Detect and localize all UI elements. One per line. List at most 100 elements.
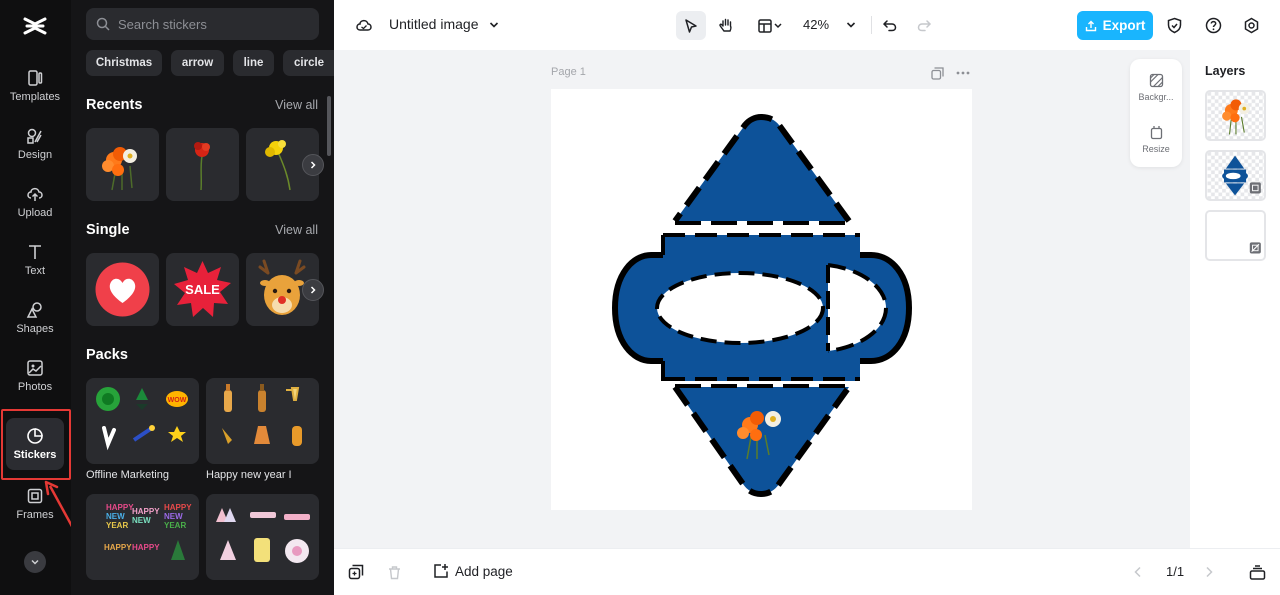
resize-icon <box>1150 126 1162 140</box>
recents-view-all-link[interactable]: View all <box>275 98 318 112</box>
delete-page-button[interactable] <box>385 563 403 581</box>
svg-text:HAPPY: HAPPY <box>164 503 192 512</box>
layer-background[interactable] <box>1205 210 1266 261</box>
svg-text:HAPPY: HAPPY <box>132 507 160 516</box>
recents-title: Recents <box>86 97 143 113</box>
sticker-sale-badge[interactable]: SALE <box>166 253 239 326</box>
capcut-logo-icon[interactable] <box>21 12 49 40</box>
duplicate-page-icon[interactable] <box>929 65 945 81</box>
rail-item-design[interactable]: Design <box>6 118 64 170</box>
layers-panel: Layers <box>1190 50 1280 548</box>
document-title[interactable]: Untitled image <box>389 16 479 32</box>
add-page-icon <box>434 564 448 578</box>
settings-button[interactable] <box>1241 15 1261 35</box>
pack-offline-marketing[interactable]: WOW <box>86 378 199 464</box>
duplicate-page-button[interactable] <box>347 563 365 581</box>
stickers-panel: Search stickers Christmas arrow line cir… <box>71 0 334 595</box>
chevron-right-icon <box>310 286 316 294</box>
background-tool-button[interactable]: Backgr... <box>1130 73 1182 102</box>
text-icon <box>29 245 41 259</box>
pack-party[interactable] <box>206 494 319 580</box>
svg-text:HAPPY: HAPPY <box>104 543 132 552</box>
page-manager-button[interactable] <box>1247 563 1267 581</box>
resize-tool-button[interactable]: Resize <box>1130 125 1182 154</box>
shield-button[interactable] <box>1164 15 1184 35</box>
canvas-stage: Page 1 Backgr... Resize <box>334 50 1190 548</box>
previous-page-button[interactable] <box>1130 564 1146 580</box>
pack-happy-new-year[interactable] <box>206 378 319 464</box>
rail-label: Templates <box>9 91 61 103</box>
svg-text:WOW: WOW <box>168 397 187 404</box>
redo-button[interactable] <box>913 14 935 36</box>
undo-button[interactable] <box>879 14 901 36</box>
add-page-button[interactable]: Add page <box>433 563 513 579</box>
bottom-toolbar: Add page 1/1 <box>334 548 1280 595</box>
single-scroll-right-button[interactable] <box>302 279 324 301</box>
svg-text:NEW: NEW <box>132 516 151 525</box>
cloud-save-icon[interactable] <box>354 15 374 35</box>
page-more-icon[interactable] <box>954 65 972 81</box>
sticker-search-input[interactable]: Search stickers <box>86 8 319 40</box>
chevron-right-icon <box>1206 566 1213 578</box>
pack-happy-new-year-text[interactable]: HAPPY NEW YEAR HAPPY NEW HAPPY NEW YEAR … <box>86 494 199 580</box>
rail-item-text[interactable]: Text <box>6 234 64 286</box>
chevron-left-icon <box>1134 566 1141 578</box>
templates-icon <box>28 70 43 86</box>
svg-text:NEW: NEW <box>106 512 125 521</box>
page-count: 1/1 <box>1166 564 1185 579</box>
rail-item-templates[interactable]: Templates <box>6 60 64 112</box>
panel-scrollbar[interactable] <box>327 96 331 156</box>
chip-christmas[interactable]: Christmas <box>86 50 162 76</box>
sticker-recent-flowers[interactable] <box>86 128 159 201</box>
design-page[interactable] <box>551 89 972 510</box>
single-title: Single <box>86 222 130 238</box>
layout-icon <box>758 18 782 33</box>
zoom-chevron-down-icon[interactable] <box>843 17 859 33</box>
chip-arrow[interactable]: arrow <box>171 50 224 76</box>
export-icon <box>1085 20 1096 31</box>
title-chevron-down-icon[interactable] <box>486 17 502 33</box>
svg-text:YEAR: YEAR <box>164 521 186 530</box>
layout-menu-button[interactable] <box>750 11 790 40</box>
pack-label: Offline Marketing <box>86 469 169 481</box>
hand-icon <box>718 18 732 32</box>
help-icon <box>1205 17 1221 33</box>
trash-icon <box>388 565 400 579</box>
single-view-all-link[interactable]: View all <box>275 223 318 237</box>
rail-item-photos[interactable]: Photos <box>6 350 64 402</box>
rail-label: Design <box>17 149 53 161</box>
layer-flower-sticker[interactable] <box>1205 90 1266 141</box>
chip-circle[interactable]: circle <box>283 50 334 76</box>
search-placeholder: Search stickers <box>118 16 207 32</box>
shield-icon <box>1167 17 1181 33</box>
rail-item-upload[interactable]: Upload <box>6 176 64 228</box>
layer-box-design[interactable] <box>1205 150 1266 201</box>
help-button[interactable] <box>1203 15 1223 35</box>
sticker-heart[interactable] <box>86 253 159 326</box>
svg-text:NEW: NEW <box>164 512 183 521</box>
svg-text:HAPPY: HAPPY <box>106 503 134 512</box>
pages-icon <box>1249 564 1265 580</box>
select-tool-button[interactable] <box>676 11 706 40</box>
hand-tool-button[interactable] <box>711 11 741 40</box>
export-label: Export <box>1102 18 1146 33</box>
sticker-recent-red-flower[interactable] <box>166 128 239 201</box>
export-button[interactable]: Export <box>1077 11 1153 40</box>
search-icon <box>96 17 110 31</box>
cursor-icon <box>685 18 697 33</box>
redo-icon <box>917 20 932 32</box>
rail-more-button[interactable] <box>24 551 46 573</box>
zoom-level[interactable]: 42% <box>803 17 829 32</box>
recents-scroll-right-button[interactable] <box>302 154 324 176</box>
svg-text:YEAR: YEAR <box>106 521 128 530</box>
chip-line[interactable]: line <box>233 50 274 76</box>
page-label: Page 1 <box>551 66 586 78</box>
background-icon <box>1149 73 1163 88</box>
chevron-down-icon <box>31 559 39 565</box>
rail-label: Photos <box>17 381 53 393</box>
rail-item-shapes[interactable]: Shapes <box>6 292 64 344</box>
next-page-button[interactable] <box>1201 564 1217 580</box>
packs-title: Packs <box>86 347 128 363</box>
box-template-design[interactable] <box>551 89 972 510</box>
pack-label: Happy new year I <box>206 469 292 481</box>
